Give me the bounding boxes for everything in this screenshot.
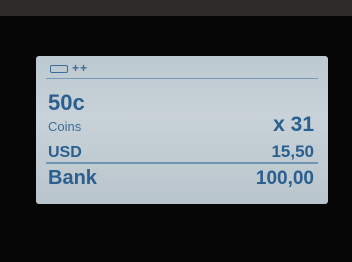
status-plus-icons: ++ [72, 61, 89, 75]
bank-divider [46, 162, 318, 164]
currency-code: USD [48, 144, 82, 161]
lcd-screen: ++ 50c Coins x 31 USD 15,50 Bank 100,00 [36, 56, 328, 204]
status-bar: ++ [46, 61, 322, 78]
battery-icon [50, 65, 68, 73]
coin-count: x 31 [273, 113, 314, 136]
bank-amount: 100,00 [255, 168, 314, 189]
top-bezel-strip [0, 0, 352, 16]
coin-denomination: 50c [48, 90, 85, 115]
coin-type-label: Coins [48, 119, 82, 134]
status-divider [46, 78, 318, 79]
currency-amount: 15,50 [271, 142, 314, 161]
device-body: ++ 50c Coins x 31 USD 15,50 Bank 100,00 [0, 0, 352, 262]
bank-label: Bank [48, 167, 97, 189]
